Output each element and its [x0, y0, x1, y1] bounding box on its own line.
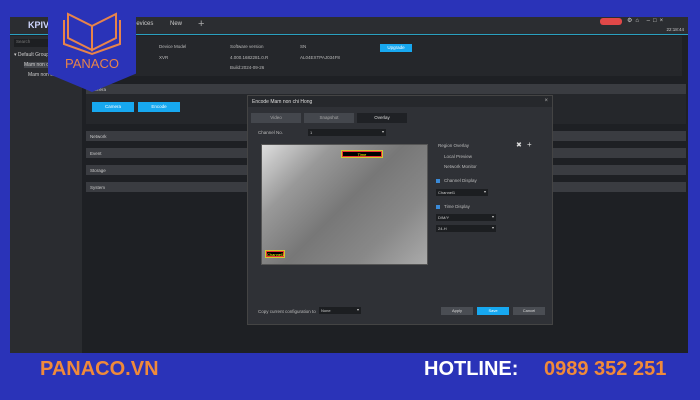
date-format-select[interactable]: D/M/Y	[436, 214, 496, 221]
hotline-label: HOTLINE:	[424, 358, 519, 380]
device-model-label: Device Model	[159, 44, 187, 49]
tab-snapshot[interactable]: Snapshot	[304, 113, 354, 123]
local-preview-option[interactable]: Local Preview	[444, 154, 472, 159]
logo-text: PANACO	[65, 56, 119, 71]
channel-label: Channel No.	[258, 130, 284, 135]
osd-time-box[interactable]: Time	[341, 150, 383, 158]
copy-select[interactable]: None	[319, 307, 361, 314]
window-controls[interactable]: ⚙⌂ –□×	[627, 17, 666, 24]
upgrade-button[interactable]: Upgrade	[380, 44, 412, 52]
time-display-checkbox[interactable]	[436, 205, 440, 209]
section-camera[interactable]: Camera	[86, 84, 686, 94]
sidebar: Search ▾ Default Group Mam non chi Hong …	[10, 36, 82, 353]
time-format-select[interactable]: 24-H	[436, 225, 496, 232]
cancel-button[interactable]: Cancel	[513, 307, 545, 315]
tree-label: Default Group	[17, 52, 50, 58]
add-icon[interactable]: +	[527, 140, 532, 149]
channel-display-label: Channel Display	[444, 178, 477, 183]
build-date: Build:2024-09-26	[230, 65, 265, 70]
copy-label: Copy current configuration to	[258, 309, 316, 314]
dialog-header: Encode Mam non chi Hong ×	[248, 96, 552, 107]
tab-overlay[interactable]: Overlay	[357, 113, 407, 123]
region-overlay-label: Region Overlay	[438, 143, 470, 148]
site-url: PANACO.VN	[40, 358, 159, 380]
brand-logo: KPIVI	[28, 20, 52, 30]
software-label: Software version	[230, 44, 264, 49]
network-monitor-option[interactable]: Network Monitor	[444, 164, 477, 169]
dialog-title: Encode Mam non chi Hong	[252, 99, 313, 105]
sn-label: SN	[300, 44, 307, 49]
channel-select[interactable]: 1	[308, 129, 386, 136]
close-icon[interactable]: ×	[544, 98, 548, 104]
encode-button[interactable]: Encode	[138, 102, 180, 112]
clock: 22:18:44	[666, 27, 684, 32]
save-button[interactable]: Save	[477, 307, 509, 315]
apply-button[interactable]: Apply	[441, 307, 473, 315]
alarm-badge[interactable]	[600, 18, 622, 25]
device-model: XVR	[159, 55, 169, 60]
tab-video[interactable]: Video	[251, 113, 301, 123]
osd-channel-box[interactable]: Channel1	[265, 250, 285, 258]
book-icon	[63, 12, 121, 56]
video-preview: Time Channel1	[261, 144, 428, 265]
time-display-label: Time Display	[444, 204, 470, 209]
add-tab-icon[interactable]: +	[198, 18, 204, 30]
device-info: Device Model XVR Software version 4.000.…	[82, 36, 682, 76]
camera-button[interactable]: Camera	[92, 102, 134, 112]
channel-name-input[interactable]: Channel1	[436, 189, 488, 196]
tab-new[interactable]: New	[170, 21, 182, 27]
panaco-logo: PANACO	[48, 0, 136, 92]
hotline-number: 0989 352 251	[544, 358, 667, 380]
software-version: 4.000.1682281.0.R	[230, 55, 269, 60]
channel-display-checkbox[interactable]	[436, 179, 440, 183]
sn-value: AL04EXTPAJ034F8	[300, 55, 340, 60]
delete-icon[interactable]: ✖	[516, 141, 522, 149]
encode-dialog: Encode Mam non chi Hong × Video Snapshot …	[247, 95, 553, 325]
tree-group[interactable]: ▾ Default Group	[14, 52, 49, 58]
